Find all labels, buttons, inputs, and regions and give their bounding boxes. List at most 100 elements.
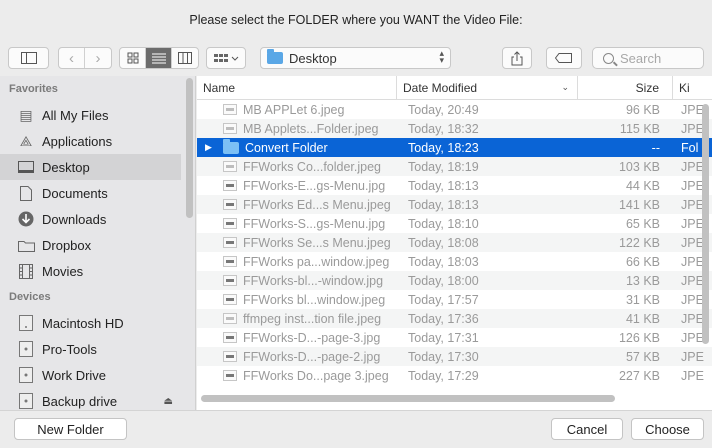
icon-view-button[interactable] (120, 48, 146, 68)
vertical-scrollbar[interactable] (702, 104, 709, 344)
file-row[interactable]: FFWorks pa...window.jpeg Today, 18:03 66 K… (197, 252, 712, 271)
date-cell: Today, 18:10 (408, 216, 479, 231)
file-name-cell: FFWorks pa...window.jpeg (197, 255, 397, 269)
sidebar-item-label: Applications (42, 133, 113, 149)
file-row[interactable]: FFWorks-bl...-window.jpg Today, 18:00 13 K… (197, 271, 712, 290)
size-cell: 65 KB (625, 216, 660, 231)
new-folder-button[interactable]: New Folder (14, 418, 127, 440)
window-title: Please select the FOLDER where you WANT … (189, 13, 523, 27)
file-row[interactable]: FFWorks Co...folder.jpeg Today, 18:19 103 … (197, 157, 712, 176)
file-name-cell: ▶ Convert Folder (197, 138, 397, 155)
image-file-icon (223, 332, 237, 343)
sidebar-item-all-my-files[interactable]: ▤ All My Files (0, 102, 195, 128)
date-cell: Today, 17:57 (408, 292, 479, 307)
sidebar-item-movies[interactable]: Movies (0, 258, 195, 284)
disclosure-triangle-icon[interactable]: ▶ (205, 142, 212, 153)
sidebar-scrollbar[interactable] (186, 78, 193, 218)
chevron-right-icon: › (95, 49, 101, 67)
list-view-button[interactable] (146, 48, 172, 68)
size-cell: 141 KB (618, 197, 660, 212)
share-button[interactable] (502, 47, 532, 69)
file-row[interactable]: FFWorks-S...gs-Menu.jpg Today, 18:10 65 KB… (197, 214, 712, 233)
file-name: FFWorks-D...-page-2.jpg (243, 349, 381, 364)
file-row[interactable]: MB Applets...Folder.jpeg Today, 18:32 115 … (197, 119, 712, 138)
sidebar-item-label: Downloads (42, 211, 107, 227)
location-popup[interactable]: Desktop ▴ ▾ (260, 47, 451, 69)
sidebar-item-label: Pro-Tools (42, 341, 97, 357)
date-cell: Today, 18:32 (408, 121, 479, 136)
file-row[interactable]: FFWorks-E...gs-Menu.jpg Today, 18:13 44 KB… (197, 176, 712, 195)
arrange-icon (214, 54, 239, 62)
file-name: FFWorks-E...gs-Menu.jpg (243, 178, 386, 193)
kind-cell: JPE (681, 368, 704, 383)
date-cell: Today, 18:13 (408, 197, 479, 212)
forward-button[interactable]: › (85, 48, 111, 68)
image-file-icon (223, 218, 237, 229)
favorites-header: Favorites (9, 83, 58, 95)
sidebar-item-downloads[interactable]: Downloads (0, 206, 195, 232)
file-row[interactable]: FFWorks Ed...s Menu.jpeg Today, 18:13 141 … (197, 195, 712, 214)
eject-icon[interactable]: ⏏ (164, 396, 173, 407)
column-header-label: Size (635, 80, 659, 95)
date-cell: Today, 17:30 (408, 349, 479, 364)
date-cell: Today, 18:13 (408, 178, 479, 193)
sidebar-item-applications[interactable]: ⟁ Applications (0, 128, 195, 154)
size-cell: 44 KB (625, 178, 660, 193)
file-row[interactable]: FFWorks-D...-page-2.jpg Today, 17:30 57 KB… (197, 347, 712, 366)
cancel-button[interactable]: Cancel (551, 418, 623, 440)
file-row[interactable]: FFWorks-D...-page-3.jpg Today, 17:31 126 K… (197, 328, 712, 347)
sidebar-item-desktop[interactable]: Desktop (0, 154, 181, 180)
file-row[interactable]: MB APPLet 6.jpeg Today, 20:49 96 KB JPE (197, 100, 712, 119)
file-rows: MB APPLet 6.jpeg Today, 20:49 96 KB JPE MB A… (197, 100, 712, 385)
sidebar-item-work-drive[interactable]: Work Drive (0, 362, 195, 388)
image-file-icon (223, 104, 237, 115)
file-row[interactable]: ffmpeg inst...tion file.jpeg Today, 17:36… (197, 309, 712, 328)
search-field[interactable]: Search (592, 47, 704, 69)
size-cell: 41 KB (625, 311, 660, 326)
sidebar-item-macintosh-hd[interactable]: Macintosh HD (0, 310, 195, 336)
icon-view-icon (127, 52, 138, 64)
file-name: FFWorks bl...window.jpeg (243, 292, 386, 307)
back-button[interactable]: ‹ (59, 48, 85, 68)
choose-button[interactable]: Choose (631, 418, 704, 440)
chevron-left-icon: ‹ (69, 49, 74, 67)
column-header-size[interactable]: Size (578, 76, 673, 99)
all-files-icon: ▤ (19, 106, 33, 123)
column-view-button[interactable] (172, 48, 198, 68)
file-row[interactable]: FFWorks Se...s Menu.jpeg Today, 18:08 122 … (197, 233, 712, 252)
file-row[interactable]: FFWorks bl...window.jpeg Today, 17:57 31 K… (197, 290, 712, 309)
sidebar-item-pro-tools[interactable]: Pro-Tools (0, 336, 195, 362)
folder-icon (17, 236, 35, 254)
image-file-icon (223, 294, 237, 305)
folder-row[interactable]: ▶ Convert Folder Today, 18:23 -- Fol (197, 138, 712, 157)
column-header-label: Date Modified (403, 80, 478, 95)
arrange-button[interactable] (206, 47, 246, 69)
file-name: FFWorks Co...folder.jpeg (243, 159, 382, 174)
image-file-icon (223, 313, 237, 324)
share-icon (511, 50, 523, 65)
location-label: Desktop (289, 50, 337, 66)
file-row[interactable]: FFWorks Do...page 3.jpeg Today, 17:29 227 … (197, 366, 712, 385)
desktop-icon (17, 158, 35, 176)
sidebar-item-backup-drive[interactable]: Backup drive ⏏ (0, 388, 195, 410)
sidebar-toggle-button[interactable] (8, 47, 49, 69)
column-header-name[interactable]: Name (197, 76, 397, 99)
footer: New Folder Cancel Choose (0, 410, 712, 448)
movies-icon (17, 262, 35, 280)
view-mode-control (119, 47, 199, 69)
sidebar-item-label: Movies (42, 263, 84, 279)
file-name-cell: MB Applets...Folder.jpeg (197, 122, 397, 136)
sidebar-item-label: All My Files (42, 107, 109, 123)
drive-icon (17, 366, 35, 384)
sidebar-item-documents[interactable]: Documents (0, 180, 195, 206)
size-cell: 57 KB (625, 349, 660, 364)
image-file-icon (223, 161, 237, 172)
column-header-date[interactable]: Date Modified ⌄ (397, 76, 578, 99)
column-view-icon (178, 52, 192, 64)
sidebar-item-dropbox[interactable]: Dropbox (0, 232, 195, 258)
image-file-icon (223, 351, 237, 362)
drive-icon (17, 392, 35, 410)
column-header-kind[interactable]: Ki (673, 76, 712, 99)
tag-button[interactable] (546, 47, 582, 69)
horizontal-scrollbar[interactable] (201, 395, 615, 402)
